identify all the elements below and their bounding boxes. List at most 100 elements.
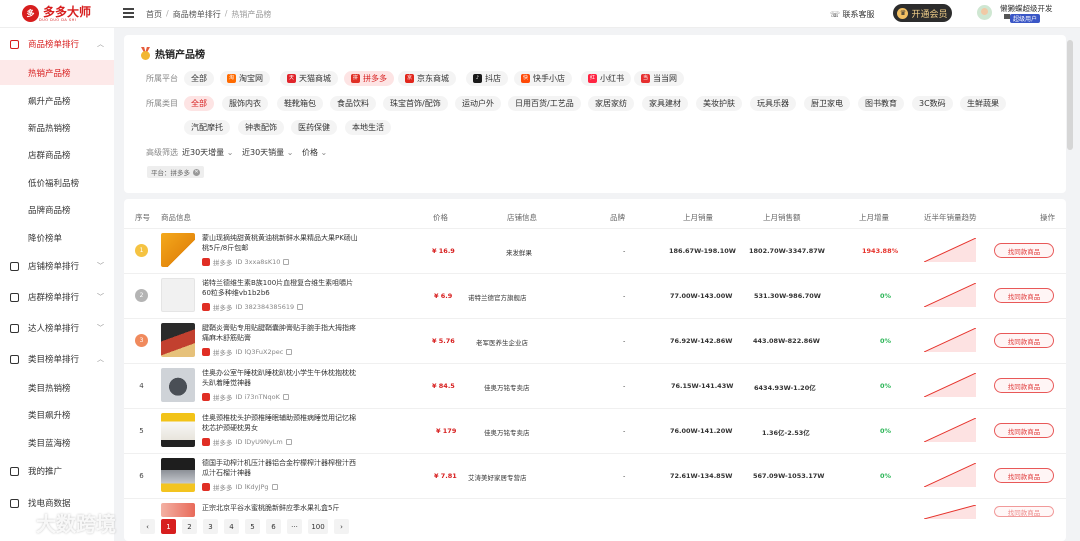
copy-icon[interactable] [271, 484, 278, 490]
sidebar-group-category-rank[interactable]: 类目榜单排行 ︿ [0, 345, 114, 373]
page-button[interactable]: 5 [245, 519, 260, 534]
product-name[interactable]: 蒙山现摘纯甜黄桃黄油桃新鲜水果精品大果PK砀山桃5斤/8斤包邮 [202, 233, 362, 253]
category-chip[interactable]: 本地生活 [345, 120, 391, 135]
platform-chip-jd[interactable]: 京京东商城 [398, 71, 456, 86]
product-thumbnail[interactable] [161, 323, 195, 357]
platform-chip-all[interactable]: 全部 [184, 71, 214, 86]
category-chip[interactable]: 食品饮料 [330, 96, 376, 111]
shop-name[interactable]: 诺特兰德官方旗舰店 [468, 292, 527, 302]
page-button[interactable]: 4 [224, 519, 239, 534]
category-chip[interactable]: 生鲜蔬果 [960, 96, 1006, 111]
menu-toggle-icon[interactable] [123, 8, 134, 18]
category-chip[interactable]: 医药保健 [291, 120, 337, 135]
page-button[interactable]: 3 [203, 519, 218, 534]
page-button[interactable]: 1 [161, 519, 176, 534]
logo[interactable]: 多 多多大师 DUO DUO DA SHI [22, 5, 91, 22]
sidebar-group-product-rank[interactable]: 商品榜单排行 ︿ [0, 30, 114, 58]
product-thumbnail[interactable] [161, 413, 195, 447]
select-price[interactable]: 价格 [302, 147, 327, 158]
category-chip[interactable]: 日用百货/工艺品 [508, 96, 581, 111]
product-name[interactable]: 腱鞘炎膏贴专用贴腱鞘囊肿膏贴手腕手指大拇指疼痛麻木舒筋贴膏 [202, 323, 362, 343]
sidebar-group-shop-rank[interactable]: 店铺榜单排行 ﹀ [0, 252, 114, 280]
find-same-button[interactable]: 找同款商品 [994, 288, 1054, 303]
shop-name[interactable]: 佳奥万铭专卖店 [484, 382, 530, 392]
sidebar-item-category-rising[interactable]: 类目飙升榜 [0, 402, 114, 427]
breadcrumb-home[interactable]: 首页 [146, 9, 162, 20]
sidebar-item-price-drop[interactable]: 降价榜单 [0, 225, 114, 250]
product-thumbnail[interactable] [161, 278, 195, 312]
category-chip[interactable]: 图书教育 [858, 96, 904, 111]
shop-name[interactable]: 来发鲜果 [506, 247, 532, 257]
vip-button[interactable]: ♛ 开通会员 [893, 4, 952, 22]
page-next-button[interactable]: › [334, 519, 349, 534]
category-chip[interactable]: 鞋靴箱包 [277, 96, 323, 111]
product-thumbnail[interactable] [161, 458, 195, 492]
category-chip[interactable]: 汽配摩托 [184, 120, 230, 135]
find-same-button[interactable]: 找同款商品 [994, 243, 1054, 258]
sidebar-item-new-hot[interactable]: 新品热销榜 [0, 115, 114, 140]
category-chip[interactable]: 3C数码 [912, 96, 953, 111]
category-chip[interactable]: 家居家纺 [588, 96, 634, 111]
product-name[interactable]: 佳奥颈椎枕头护颈椎睡眠辅助颈椎病睡觉用记忆棉枕芯护颈硬枕男女 [202, 413, 362, 433]
platform-chip-douyin[interactable]: ♪ 抖店 [466, 71, 508, 86]
copy-icon[interactable] [282, 394, 289, 400]
platform-chip-xiaohongshu[interactable]: 红小红书 [581, 71, 631, 86]
page-button[interactable]: 6 [266, 519, 281, 534]
page-prev-button[interactable]: ‹ [140, 519, 155, 534]
breadcrumb-section[interactable]: 商品榜单排行 [173, 9, 221, 20]
category-chip[interactable]: 美妆护肤 [696, 96, 742, 111]
close-icon[interactable]: ✕ [193, 168, 200, 176]
platform-chip-dangdang[interactable]: 当当当网 [634, 71, 684, 86]
platform-chip-taobao[interactable]: 淘淘宝网 [220, 71, 270, 86]
product-name[interactable]: 诺特兰德维生素B族100片血橙复合维生素咀嚼片60粒多种维vb1b2b6 [202, 278, 362, 298]
contact-service-link[interactable]: ☏ 联系客服 [830, 9, 875, 20]
avatar[interactable] [977, 5, 992, 20]
sidebar-item-rising-products[interactable]: 飙升产品榜 [0, 88, 114, 113]
category-chip[interactable]: 服饰内衣 [222, 96, 268, 111]
category-chip[interactable]: 运动户外 [455, 96, 501, 111]
find-same-button[interactable]: 找同款商品 [994, 423, 1054, 438]
find-same-button[interactable]: 找同款商品 [994, 333, 1054, 348]
sidebar-item-brand-products[interactable]: 品牌商品榜 [0, 197, 114, 222]
page-button[interactable]: 100 [308, 519, 328, 534]
platform-chip-tmall[interactable]: 天天猫商城 [280, 71, 338, 86]
product-thumbnail[interactable] [161, 368, 195, 402]
category-chip[interactable]: 厨卫家电 [804, 96, 850, 111]
platform-chip-pinduoduo[interactable]: 拼拼多多 [344, 71, 394, 86]
find-same-button[interactable]: 找同款商品 [994, 378, 1054, 393]
select-30d-sales[interactable]: 近30天销量 [242, 147, 293, 158]
copy-icon[interactable] [297, 304, 304, 310]
shop-name[interactable]: 老军医养生企业店 [476, 337, 528, 347]
find-same-button[interactable]: 找同款商品 [994, 468, 1054, 483]
copy-icon[interactable] [283, 259, 290, 265]
product-thumbnail[interactable] [161, 503, 195, 517]
product-thumbnail[interactable] [161, 233, 195, 267]
sidebar-item-category-blue-ocean[interactable]: 类目蓝海榜 [0, 430, 114, 455]
shop-name[interactable]: 佳奥万铭专卖店 [484, 427, 530, 437]
shop-name[interactable]: 艾涛美好家居专营店 [468, 472, 527, 482]
sidebar-group-my-promotion[interactable]: 我的推广 [0, 457, 114, 485]
find-same-button[interactable]: 找同款商品 [994, 506, 1054, 517]
copy-icon[interactable] [285, 439, 292, 445]
category-chip[interactable]: 玩具乐器 [750, 96, 796, 111]
select-30d-growth[interactable]: 近30天增量 [182, 147, 233, 158]
sidebar-group-influencer-rank[interactable]: 达人榜单排行 ﹀ [0, 314, 114, 342]
copy-icon[interactable] [286, 349, 293, 355]
sidebar-group-shop-group-rank[interactable]: 店群榜单排行 ﹀ [0, 283, 114, 311]
product-name[interactable]: 德国手动榨汁机压汁器铝合金柠檬榨汁器榨橙汁西瓜汁石榴汁神器 [202, 458, 362, 478]
category-chip[interactable]: 珠宝首饰/配饰 [383, 96, 448, 111]
sidebar-item-shop-group-products[interactable]: 店群商品榜 [0, 142, 114, 167]
user-name[interactable]: 懒獭蝶超级开发 [1000, 3, 1053, 14]
category-chip[interactable]: 钟表配饰 [238, 120, 284, 135]
sidebar-item-low-price[interactable]: 低价福利品榜 [0, 170, 114, 195]
product-name[interactable]: 正宗北京平谷水蜜桃脆新鲜应季水果礼盒5斤 [202, 503, 362, 513]
trend-sparkline [924, 505, 976, 519]
category-chip[interactable]: 全部 [184, 96, 214, 111]
product-name[interactable]: 佳奥办公室午睡枕趴睡枕趴枕小学生午休枕抱枕枕头趴着睡觉神器 [202, 368, 362, 388]
scrollbar[interactable] [1067, 40, 1073, 150]
platform-chip-kuaishou[interactable]: 快快手小店 [514, 71, 572, 86]
sidebar-item-category-hot[interactable]: 类目热销榜 [0, 375, 114, 400]
sidebar-item-hot-products[interactable]: 热销产品榜 [0, 60, 114, 85]
page-button[interactable]: 2 [182, 519, 197, 534]
category-chip[interactable]: 家具建材 [642, 96, 688, 111]
